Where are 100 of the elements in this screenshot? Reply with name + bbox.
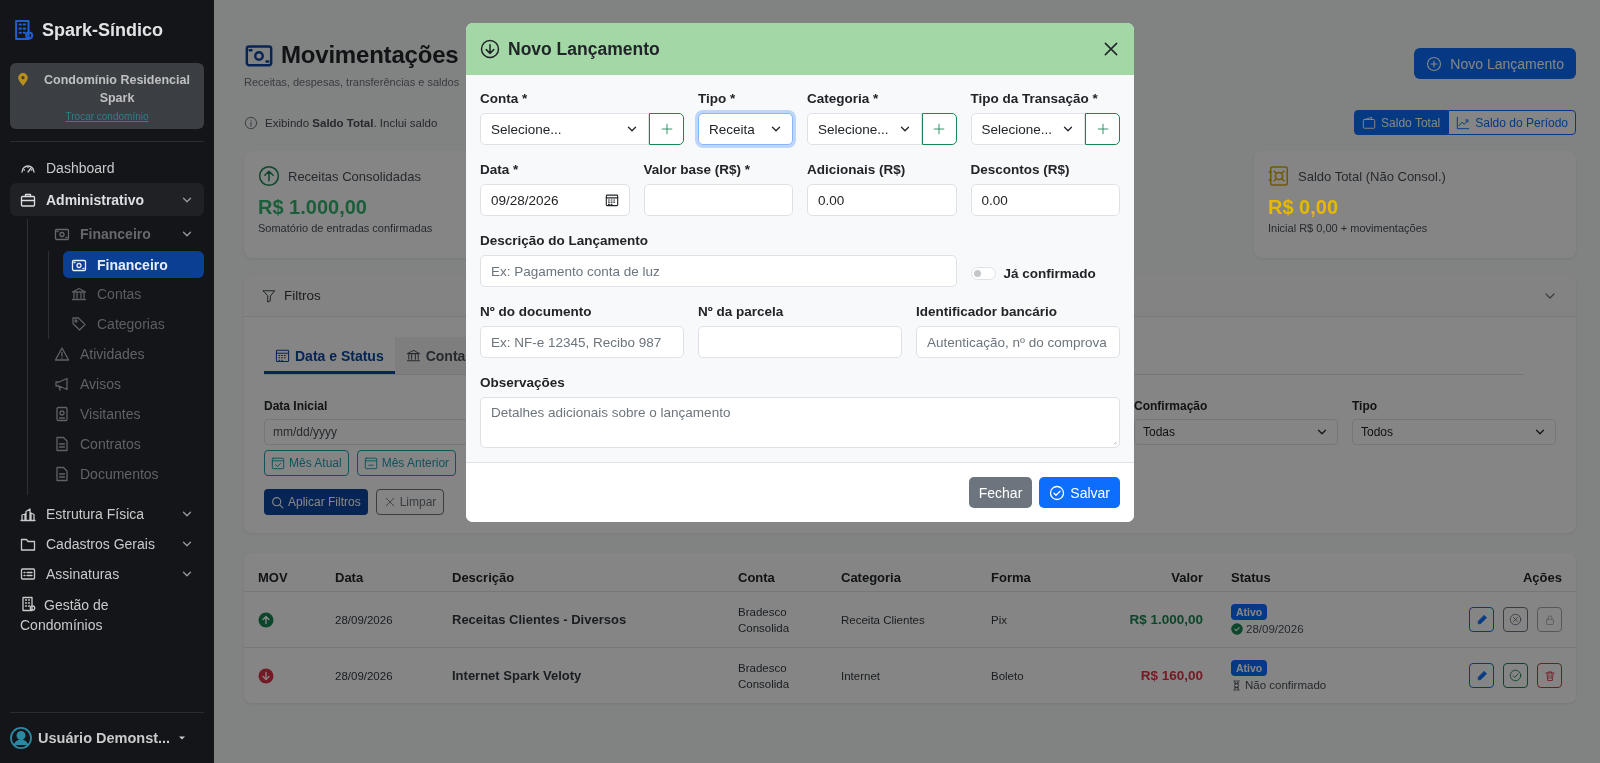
field-label: Tipo da Transação * xyxy=(970,91,1099,106)
input-field[interactable] xyxy=(698,326,902,358)
nav-item[interactable]: Gestão de Condomínios xyxy=(10,589,204,641)
toggle-switch[interactable] xyxy=(970,267,996,280)
confirmation-status: 28/09/2026 xyxy=(1246,623,1304,635)
close-button[interactable] xyxy=(1102,40,1120,58)
x-circle-icon xyxy=(1509,613,1522,626)
building-logo-icon xyxy=(12,19,34,41)
column-header: Valor xyxy=(1170,569,1204,585)
input-field[interactable]: Ex: NF-e 12345, Recibo 987 xyxy=(480,326,684,358)
clear-button[interactable]: Limpar xyxy=(375,489,445,515)
nav-item[interactable]: Financeiro xyxy=(63,251,204,278)
nav-item[interactable]: Documentos xyxy=(28,459,204,489)
nav-item[interactable]: Categorias xyxy=(63,309,204,339)
megaphone-icon xyxy=(54,376,70,392)
nav-item[interactable]: Administrativo xyxy=(10,183,204,216)
pencil-icon xyxy=(1475,613,1488,626)
card-value: R$ 1.000,00 xyxy=(258,196,367,219)
field-label: Confirmação xyxy=(1134,399,1208,413)
status-badge: Ativo xyxy=(1231,660,1268,676)
field-label: Descrição do Lançamento xyxy=(480,233,650,248)
card-title: Receitas Consolidadas xyxy=(288,168,421,184)
save-button[interactable]: Salvar xyxy=(1039,477,1120,508)
confirmation-status: Não confirmado xyxy=(1245,679,1327,691)
page-title: Movimentações xyxy=(281,40,459,70)
apply-filters-button[interactable]: Aplicar Filtros xyxy=(264,489,368,515)
calendar-icon xyxy=(604,193,619,207)
select-field[interactable]: Selecione... xyxy=(807,113,922,145)
quick-range-button[interactable]: Mês Anterior xyxy=(356,450,457,476)
column-header: Ações xyxy=(1521,569,1563,585)
check-circle-icon xyxy=(1231,623,1243,635)
nav-item[interactable]: Dashboard xyxy=(10,153,204,183)
input-field[interactable]: Ex: Pagamento conta de luz xyxy=(480,255,957,287)
folder-icon xyxy=(20,536,36,552)
user-name[interactable]: Usuário Demonst... xyxy=(38,730,171,746)
nav-item[interactable]: Visitantes xyxy=(28,399,204,429)
plus-circle-icon xyxy=(1426,55,1443,72)
add-button[interactable] xyxy=(921,113,957,145)
arrow-up-circle-icon xyxy=(258,611,274,628)
table-cell-text: Receitas Clientes - Diversos xyxy=(451,612,628,627)
check-circle-icon xyxy=(1509,669,1522,682)
delete-button[interactable] xyxy=(1537,663,1562,688)
text-area[interactable]: Detalhes adicionais sobre o lançamento xyxy=(480,397,1120,448)
select-field[interactable]: Selecione... xyxy=(970,113,1085,145)
edit-button[interactable] xyxy=(1469,663,1494,688)
field-label: Data * xyxy=(480,162,520,177)
table-cell: Consolida xyxy=(738,621,790,634)
nav-item[interactable]: Assinaturas xyxy=(10,559,204,589)
table-cell: R$ 1.000,00 xyxy=(1129,612,1203,627)
field-label: Identificador bancário xyxy=(916,304,1059,319)
column-header: Conta xyxy=(737,569,776,585)
field-label: Tipo * xyxy=(698,91,737,106)
table-cell-text: 28/09/2026 xyxy=(334,613,394,626)
info-icon xyxy=(244,115,258,130)
field-label: Nº da parcela xyxy=(698,304,785,319)
table-cell-text: Receita Clientes xyxy=(840,613,926,626)
calendar-icon xyxy=(275,348,290,363)
calendar-check-icon xyxy=(271,456,285,470)
table-cell-text: Internet Spark Veloty xyxy=(451,668,583,683)
unconfirm-button[interactable] xyxy=(1503,607,1528,632)
select-field[interactable]: Todas xyxy=(1134,419,1338,445)
nav-item[interactable]: Cadastros Gerais xyxy=(10,529,204,559)
plus-icon xyxy=(932,122,946,136)
field-label: Descontos (R$) xyxy=(970,162,1071,177)
confirm-button[interactable] xyxy=(1503,663,1528,688)
new-entry-button[interactable]: Novo Lançamento xyxy=(1414,48,1576,79)
date-field[interactable]: 09/28/2026 xyxy=(480,184,630,216)
input-field[interactable]: Autenticação, nº do comprova xyxy=(916,326,1120,358)
balance-mode-toggle[interactable]: Saldo do Período xyxy=(1448,110,1576,135)
input-field[interactable]: 0.00 xyxy=(970,184,1120,216)
table-cell-text: Internet xyxy=(840,669,881,682)
nav-item[interactable]: Contas xyxy=(63,279,204,309)
balance-mode-toggle[interactable]: Saldo Total xyxy=(1354,110,1449,135)
table-cell-text: Boleto xyxy=(990,669,1025,682)
arrow-down-circle-icon xyxy=(480,39,500,59)
cash-icon xyxy=(54,226,70,242)
add-button[interactable] xyxy=(1085,113,1120,145)
column-header: Categoria xyxy=(840,569,902,585)
bank-icon xyxy=(405,348,421,363)
field-label: Conta * xyxy=(480,91,529,106)
input-field[interactable] xyxy=(643,184,793,216)
wallet-icon xyxy=(1362,115,1377,130)
document-icon xyxy=(54,436,70,452)
table-cell: Bradesco xyxy=(738,661,787,674)
filters-title: Filtros xyxy=(284,288,322,303)
nav-item[interactable]: Financeiro xyxy=(28,219,204,249)
select-field[interactable]: Receita xyxy=(698,113,793,145)
nav-item[interactable]: Contratos xyxy=(28,429,204,459)
edit-button[interactable] xyxy=(1469,607,1494,632)
select-field[interactable]: Todos xyxy=(1352,419,1556,445)
brand-name: Spark-Síndico xyxy=(42,19,164,41)
nav-item[interactable]: Estrutura Física xyxy=(10,499,204,529)
nav-item[interactable]: Avisos xyxy=(28,369,204,399)
nav-item[interactable]: Atividades xyxy=(28,339,204,369)
field-label: Categoria * xyxy=(807,91,880,106)
input-field[interactable]: 0.00 xyxy=(807,184,957,216)
select-field[interactable]: Selecione... xyxy=(480,113,649,145)
add-button[interactable] xyxy=(649,113,684,145)
location-pin-icon xyxy=(16,72,30,86)
close-dialog-button[interactable]: Fechar xyxy=(968,477,1033,508)
